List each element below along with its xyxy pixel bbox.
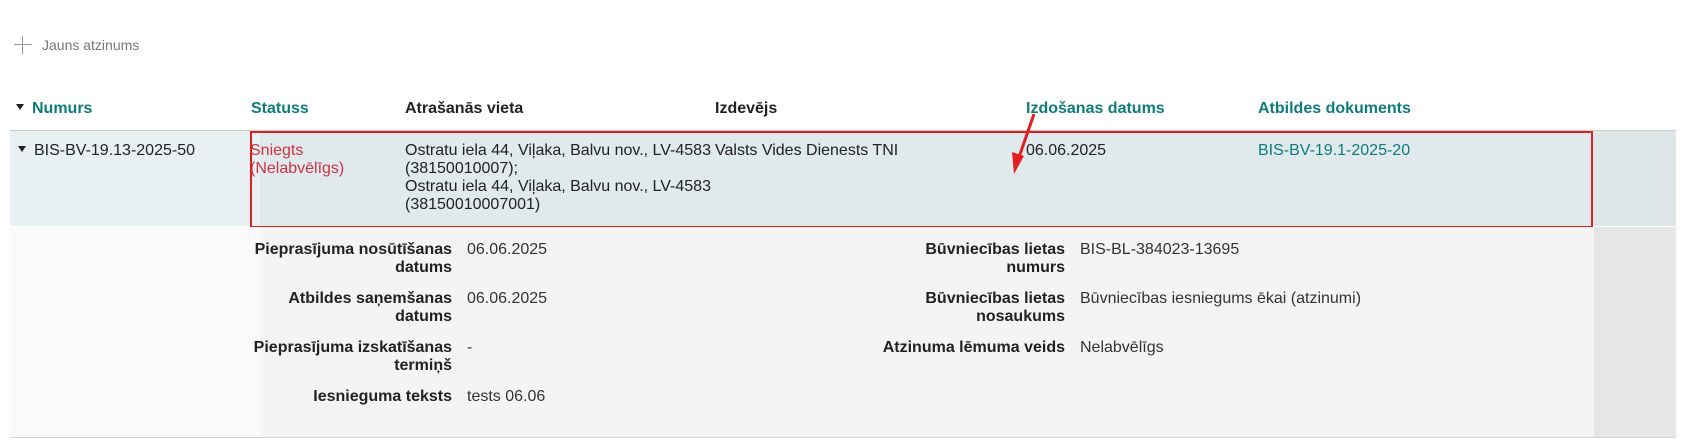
- case-name-value: Būvniecības iesniegums ēkai (atzinumi): [1080, 290, 1362, 307]
- review-deadline-label: Pieprasījuma izskatīšanas termiņš: [253, 339, 452, 374]
- details-divider: [10, 437, 1676, 438]
- case-name-label: Būvniecības lietas nosaukums: [925, 290, 1065, 325]
- request-sent-date-value: 06.06.2025: [467, 241, 548, 258]
- review-deadline-value: -: [467, 339, 473, 356]
- case-number-label: Būvniecības lietas numurs: [925, 241, 1065, 276]
- submission-text-label: Iesnieguma teksts: [313, 388, 452, 405]
- request-sent-date-label: Pieprasījuma nosūtīšanas datums: [254, 241, 452, 276]
- decision-type-label: Atzinuma lēmuma veids: [882, 339, 1065, 356]
- decision-type-value: Nelabvēlīgs: [1080, 339, 1164, 356]
- response-received-date-value: 06.06.2025: [467, 290, 548, 307]
- row-details-panel: Pieprasījuma nosūtīšanas datums 06.06.202…: [10, 227, 1676, 437]
- submission-text-value: tests 06.06: [467, 388, 546, 405]
- case-number-value: BIS-BL-384023-13695: [1080, 241, 1240, 258]
- response-received-date-label: Atbildes saņemšanas datums: [288, 290, 452, 325]
